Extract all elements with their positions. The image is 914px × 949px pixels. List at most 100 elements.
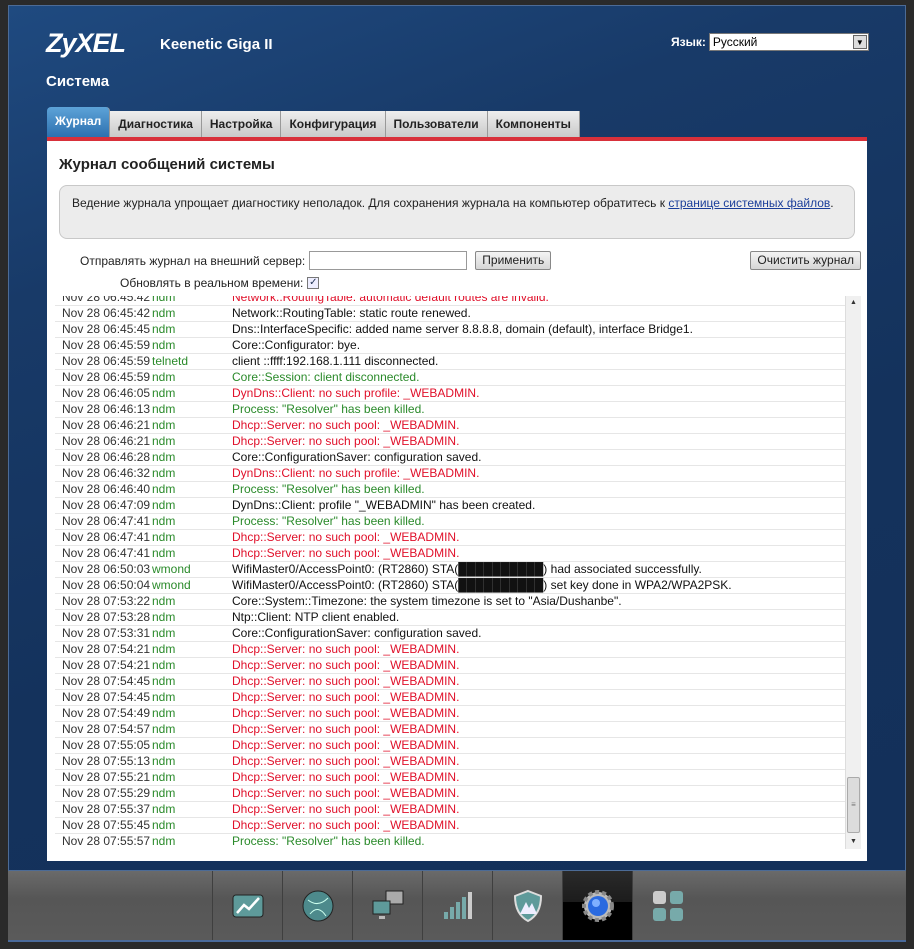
log-time: Nov 28 06:46:05: [62, 386, 151, 400]
info-end: .: [830, 196, 834, 210]
wifi-signal-icon: [443, 891, 472, 919]
system-files-link[interactable]: странице системных файлов: [668, 196, 830, 210]
log-row: Nov 28 06:45:42 ndm Network::RoutingTable:…: [55, 296, 853, 306]
tab-settings[interactable]: Настройка: [201, 111, 282, 138]
language-value: Русский: [712, 35, 758, 49]
dock-item-network-computers[interactable]: [352, 871, 422, 940]
log-process: ndm: [152, 434, 176, 448]
log-process: ndm: [152, 402, 176, 416]
log-message: Process: "Resolver" has been killed.: [232, 482, 425, 496]
log-message: Dhcp::Server: no such pool: _WEBADMIN.: [232, 546, 460, 560]
log-process: ndm: [152, 594, 176, 608]
log-row: Nov 28 06:45:59 telnetd client ::ffff:192.…: [55, 354, 853, 370]
log-time: Nov 28 06:47:41: [62, 546, 151, 560]
tab-users[interactable]: Пользователи: [385, 111, 488, 138]
log-time: Nov 28 07:54:49: [62, 706, 151, 720]
main-frame: ZyXEL Keenetic Giga II Язык: Русский ▼ Си…: [8, 5, 906, 871]
log-row: Nov 28 07:55:05 ndm Dhcp::Server: no such …: [55, 738, 853, 754]
log-time: Nov 28 07:55:37: [62, 802, 151, 816]
log-message: DynDns::Client: no such profile: _WEBADM…: [232, 466, 480, 480]
log-time: Nov 28 07:53:28: [62, 610, 151, 624]
log-row: Nov 28 07:55:57 ndm Process: "Resolver" ha…: [55, 834, 853, 849]
scroll-up-arrow-icon[interactable]: ▲: [846, 296, 861, 310]
log-message: Core::System::Timezone: the system timez…: [232, 594, 622, 608]
clear-log-button[interactable]: Очистить журнал: [750, 251, 861, 270]
dock-item-chart-monitor[interactable]: [212, 871, 282, 940]
log-process: ndm: [152, 722, 176, 736]
log-row: Nov 28 06:47:41 ndm Dhcp::Server: no such …: [55, 546, 853, 562]
log-time: Nov 28 07:54:45: [62, 674, 151, 688]
log-row: Nov 28 07:54:45 ndm Dhcp::Server: no such …: [55, 674, 853, 690]
log-process: ndm: [152, 338, 176, 352]
log-time: Nov 28 06:45:42: [62, 306, 151, 320]
section-title: Система: [46, 73, 110, 90]
log-row: Nov 28 07:53:31 ndm Core::ConfigurationSav…: [55, 626, 853, 642]
log-time: Nov 28 06:47:09: [62, 498, 151, 512]
gear-icon: [581, 889, 614, 922]
log-process: ndm: [152, 754, 176, 768]
log-process: ndm: [152, 498, 176, 512]
realtime-checkbox[interactable]: ✓: [307, 277, 320, 289]
log-time: Nov 28 06:46:21: [62, 418, 151, 432]
log-message: Dhcp::Server: no such pool: _WEBADMIN.: [232, 818, 460, 832]
scroll-thumb[interactable]: ≡: [847, 777, 860, 833]
log-message: DynDns::Client: profile "_WEBADMIN" has …: [232, 498, 536, 512]
log-message: Dns::InterfaceSpecific: added name serve…: [232, 322, 693, 336]
log-message: Dhcp::Server: no such pool: _WEBADMIN.: [232, 738, 460, 752]
dock-item-gear[interactable]: [562, 871, 632, 940]
realtime-label: Обновлять в реальном времени:: [120, 276, 304, 290]
remote-server-label: Отправлять журнал на внешний сервер:: [80, 253, 306, 268]
log-row: Nov 28 07:55:37 ndm Dhcp::Server: no such …: [55, 802, 853, 818]
dock-item-globe[interactable]: [282, 871, 352, 940]
log-row: Nov 28 07:55:13 ndm Dhcp::Server: no such …: [55, 754, 853, 770]
log-row: Nov 28 06:45:59 ndm Core::Session: client …: [55, 370, 853, 386]
log-row: Nov 28 06:45:42 ndm Network::RoutingTable:…: [55, 306, 853, 322]
log-message: Dhcp::Server: no such pool: _WEBADMIN.: [232, 802, 460, 816]
log-process: ndm: [152, 418, 176, 432]
log-message: Dhcp::Server: no such pool: _WEBADMIN.: [232, 690, 460, 704]
log-message: Dhcp::Server: no such pool: _WEBADMIN.: [232, 418, 460, 432]
log-row: Nov 28 06:46:32 ndm DynDns::Client: no suc…: [55, 466, 853, 482]
dock-item-apps-grid[interactable]: [632, 871, 702, 940]
log-process: ndm: [152, 466, 176, 480]
log-row: Nov 28 06:45:45 ndm Dns::InterfaceSpecific…: [55, 322, 853, 338]
shield-firewall-icon: [513, 889, 542, 922]
log-message: Core::ConfigurationSaver: configuration …: [232, 450, 482, 464]
log-time: Nov 28 06:46:13: [62, 402, 151, 416]
tab-journal[interactable]: Журнал: [47, 107, 111, 138]
log-process: ndm: [152, 706, 176, 720]
log-list: Nov 28 06:45:42ndm Network::RoutingTable:…: [55, 296, 853, 849]
apply-button[interactable]: Применить: [475, 251, 552, 270]
remote-server-input[interactable]: [309, 251, 468, 270]
tab-bar: Журнал Диагностика Настройка Конфигураци…: [47, 107, 580, 138]
log-message: Network::RoutingTable: static route rene…: [232, 306, 471, 320]
log-scrollbar[interactable]: ▲ ≡ ▼: [845, 296, 861, 849]
tab-diagnostics[interactable]: Диагностика: [110, 111, 202, 138]
log-process: wmond: [152, 562, 191, 576]
chevron-down-icon[interactable]: ▼: [852, 35, 867, 49]
log-process: ndm: [152, 658, 176, 672]
log-time: Nov 28 06:45:59: [62, 370, 151, 384]
tab-components[interactable]: Компоненты: [487, 111, 580, 138]
scroll-down-arrow-icon[interactable]: ▼: [846, 835, 861, 849]
tab-configuration[interactable]: Конфигурация: [281, 111, 386, 138]
dock-item-shield-firewall[interactable]: [492, 871, 562, 940]
log-process: wmond: [152, 578, 191, 592]
log-message: Dhcp::Server: no such pool: _WEBADMIN.: [232, 530, 460, 544]
log-message: Dhcp::Server: no such pool: _WEBADMIN.: [232, 722, 460, 736]
log-time: Nov 28 07:55:05: [62, 738, 151, 752]
log-process: ndm: [152, 626, 176, 640]
log-process: ndm: [152, 370, 176, 384]
log-process: ndm: [152, 514, 176, 528]
device-model: Keenetic Giga II: [160, 36, 273, 53]
apps-grid-icon: [652, 890, 683, 921]
log-time: Nov 28 06:50:03: [62, 562, 151, 576]
language-select[interactable]: Русский ▼: [708, 33, 869, 51]
log-message: Process: "Resolver" has been killed.: [232, 402, 425, 416]
log-time: Nov 28 06:45:45: [62, 322, 151, 336]
dock-item-wifi-signal[interactable]: [422, 871, 492, 940]
log-row: Nov 28 07:53:28 ndm Ntp::Client: NTP clien…: [55, 610, 853, 626]
log-row: Nov 28 06:46:05 ndm DynDns::Client: no suc…: [55, 386, 853, 402]
log-row: Nov 28 06:46:21 ndm Dhcp::Server: no such …: [55, 418, 853, 434]
log-process: ndm: [152, 450, 176, 464]
